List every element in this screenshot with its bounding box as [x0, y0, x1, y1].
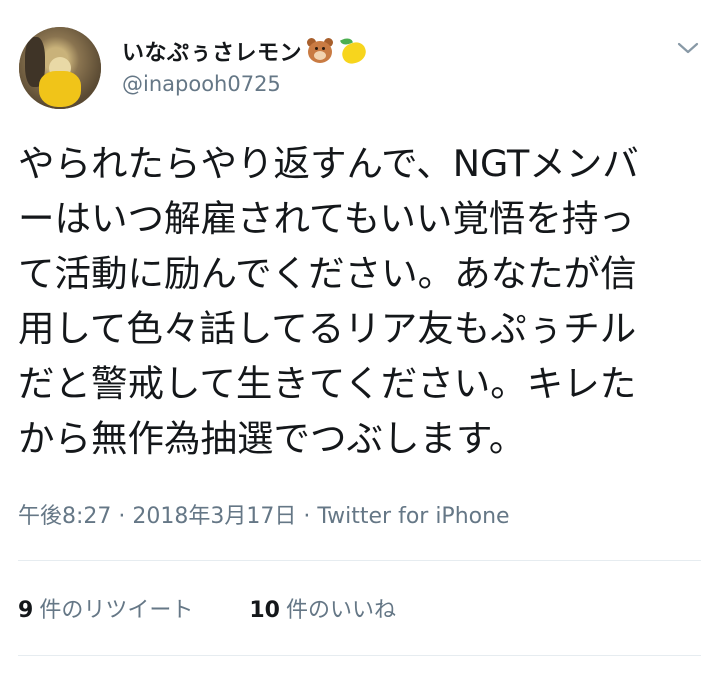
divider: [18, 560, 701, 561]
retweets-label: 件のリツイート: [39, 598, 194, 623]
chevron-down-icon[interactable]: [675, 38, 701, 58]
tweet-text-line: だと警戒して生きてください。キレた: [18, 362, 637, 405]
lemon-icon: [338, 36, 369, 67]
tweet-text-line: やられたらやり返すんで、NGTメンバ: [18, 142, 639, 185]
tweet-timestamp[interactable]: 午後8:27 · 2018年3月17日 · Twitter for iPhone: [18, 498, 510, 530]
retweets-count: 9: [18, 598, 34, 623]
avatar-yellow-object: [39, 71, 81, 107]
tweet-text: やられたらやり返すんで、NGTメンバ ーはいつ解雇されてもいい覚悟を持っ て活動…: [18, 136, 708, 466]
likes-count: 10: [249, 598, 280, 623]
divider: [18, 655, 701, 656]
user-handle[interactable]: @inapooh0725: [122, 72, 281, 96]
user-name-row[interactable]: いなぷぅさレモン: [122, 34, 369, 68]
bear-face-icon: [305, 37, 335, 65]
retweets-stat[interactable]: 9 件のリツイート: [18, 592, 193, 624]
display-name[interactable]: いなぷぅさレモン: [122, 35, 302, 67]
tweet-text-line: て活動に励んでください。あなたが信: [18, 252, 637, 295]
user-avatar[interactable]: [19, 27, 101, 109]
tweet-text-line: ーはいつ解雇されてもいい覚悟を持っ: [18, 197, 635, 240]
tweet-stats: 9 件のリツイート 10 件のいいね: [18, 592, 396, 624]
likes-label: 件のいいね: [285, 598, 396, 623]
likes-stat[interactable]: 10 件のいいね: [249, 592, 396, 624]
tweet-text-line: から無作為抽選でつぶします。: [18, 417, 526, 460]
tweet-text-line: 用して色々話してるリア友もぷぅチル: [18, 307, 637, 350]
